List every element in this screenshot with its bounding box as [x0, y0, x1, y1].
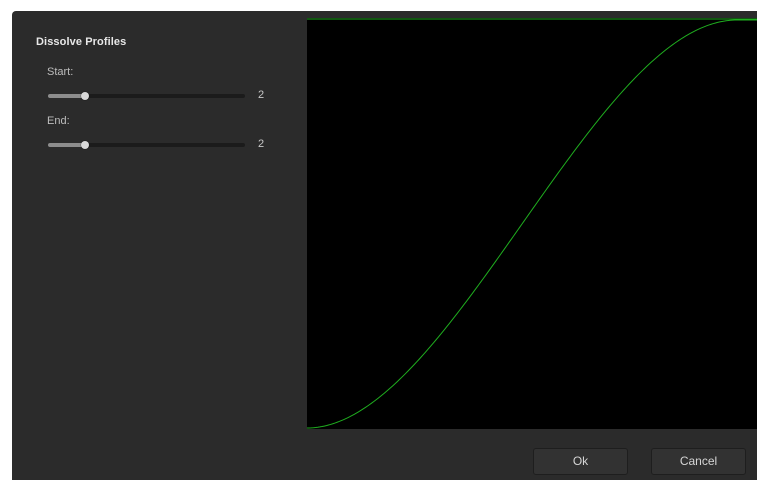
- start-slider-fill: [48, 94, 86, 98]
- end-slider[interactable]: [48, 139, 245, 151]
- settings-panel: Dissolve Profiles Start: 2 End: 2: [12, 11, 307, 429]
- dissolve-curve-graph: [307, 18, 757, 429]
- dialog-title: Dissolve Profiles: [36, 36, 127, 48]
- end-slider-fill: [48, 143, 86, 147]
- ok-button[interactable]: Ok: [533, 448, 628, 475]
- end-label: End:: [47, 115, 70, 127]
- curve-canvas: [307, 18, 757, 429]
- end-slider-thumb[interactable]: [81, 141, 90, 149]
- start-slider[interactable]: [48, 90, 245, 102]
- start-label: Start:: [47, 66, 74, 78]
- start-slider-thumb[interactable]: [81, 92, 90, 100]
- end-value: 2: [258, 138, 265, 150]
- dissolve-curve: [307, 19, 757, 429]
- cancel-button[interactable]: Cancel: [651, 448, 746, 475]
- dissolve-profiles-dialog: Dissolve Profiles Start: 2 End: 2 Ok Can…: [12, 11, 757, 480]
- start-value: 2: [258, 89, 265, 101]
